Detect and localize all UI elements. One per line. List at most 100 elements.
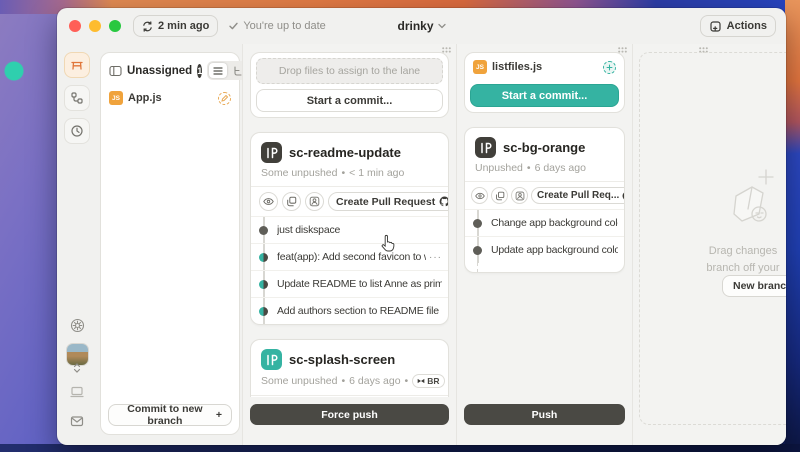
branch-name: sc-readme-update — [289, 145, 401, 160]
file-row-listfiles[interactable]: JS listfiles.js — [470, 58, 619, 79]
list-view-button[interactable] — [209, 63, 227, 78]
wallpaper-right-band — [785, 0, 800, 452]
js-file-icon: JS — [473, 60, 487, 74]
assigned-file-icon — [603, 61, 616, 74]
mail-icon — [70, 415, 84, 427]
commit-to-new-branch-button[interactable]: Commit to new branch + — [108, 404, 232, 426]
reviewer-button[interactable] — [305, 192, 324, 211]
lane-footer: Force push — [250, 397, 449, 425]
lane-right: JS listfiles.js Start a commit... — [456, 44, 632, 445]
modified-file-icon — [218, 92, 231, 105]
commit-message: Add authors section to README file — [277, 305, 442, 317]
commit-row[interactable]: Update README to list Anne as primary au… — [251, 270, 448, 297]
rail-bottom-group — [65, 313, 89, 433]
branch-card-header[interactable]: sc-bg-orange Unpushed • 6 days ago — [465, 128, 624, 181]
drag-handle-dots[interactable] — [618, 47, 627, 53]
branch-lane-icon — [261, 349, 282, 370]
review-eye-button[interactable] — [471, 187, 488, 204]
minimize-window-button[interactable] — [89, 20, 101, 32]
branch-card-header[interactable]: sc-readme-update Some unpushed • < 1 min… — [251, 133, 448, 186]
start-commit-button[interactable]: Start a commit... — [470, 84, 619, 107]
mail-button[interactable] — [65, 409, 89, 433]
workspace-bench-icon — [70, 58, 84, 72]
reviewer-button[interactable] — [511, 187, 528, 204]
review-eye-button[interactable] — [259, 192, 278, 211]
plus-icon: + — [216, 409, 222, 421]
new-branch-drop-zone[interactable] — [639, 52, 786, 425]
branch-toolbar: Create Pull Request ··· — [251, 186, 448, 216]
map-illustration — [729, 168, 779, 234]
branch-time: 6 days ago — [349, 375, 400, 387]
lane-middle-scroll: Drop files to assign to the lane Start a… — [250, 52, 449, 397]
workspace-tab[interactable] — [64, 52, 90, 78]
branch-lane-icon — [261, 142, 282, 163]
actions-label: Actions — [727, 20, 767, 32]
branch-status: Unpushed — [475, 162, 523, 174]
commit-dot — [259, 253, 268, 262]
commit-row[interactable]: Add authors section to README file — [251, 297, 448, 324]
commit-row[interactable]: feat(app): Add second favicon to web ...… — [251, 243, 448, 270]
drop-zone[interactable]: Drop files to assign to the lane — [256, 58, 443, 84]
badge-label: BR — [427, 376, 439, 386]
unassigned-footer: Commit to new branch + — [101, 396, 239, 434]
sync-button[interactable]: 2 min ago — [133, 15, 218, 37]
start-commit-button[interactable]: Start a commit... — [256, 89, 443, 112]
commit-dot — [259, 307, 268, 316]
commit-message: Update app background color t... — [491, 244, 618, 256]
file-row-appjs[interactable]: JS App.js — [101, 87, 239, 109]
commit-row[interactable]: just diskspace — [251, 216, 448, 243]
sync-time-label: 2 min ago — [158, 20, 209, 32]
commit-dot — [259, 226, 268, 235]
history-tab[interactable] — [64, 118, 90, 144]
close-window-button[interactable] — [69, 20, 81, 32]
branches-tab[interactable] — [64, 85, 90, 111]
unassigned-header: Unassigned 1 — [101, 53, 239, 87]
gitbutler-logo-icon — [417, 378, 425, 384]
commit-row[interactable]: Update app background color t... — [465, 236, 624, 263]
zoom-window-button[interactable] — [109, 20, 121, 32]
history-clock-icon — [70, 124, 84, 138]
profile-switcher[interactable] — [66, 343, 89, 373]
commit-message: just diskspace — [277, 224, 442, 236]
lane-empty: Drag changes branch off your New branch — [632, 44, 786, 445]
branch-badge-br[interactable]: BR — [412, 374, 444, 388]
left-rail — [57, 44, 97, 445]
create-pull-request-button[interactable]: Create Pull Req... — [531, 187, 625, 204]
commit-dot — [473, 219, 482, 228]
empty-lane-hint: Drag changes branch off your — [663, 243, 786, 277]
commit-to-new-branch-label: Commit to new branch — [118, 403, 212, 427]
commit-message: Change app background color t... — [491, 217, 618, 229]
branch-card-header[interactable]: sc-splash-screen Some unpushed • 6 days … — [251, 340, 448, 395]
assigned-files-card: JS listfiles.js Start a commit... — [464, 52, 625, 113]
unassigned-title: Unassigned — [127, 65, 192, 77]
push-button[interactable]: Push — [464, 404, 625, 425]
force-push-button[interactable]: Force push — [250, 404, 449, 425]
settings-gear-icon — [70, 318, 85, 333]
eye-icon — [263, 197, 274, 206]
meta-separator: • — [405, 375, 409, 387]
drag-handle-dots[interactable] — [442, 47, 451, 53]
computer-icon — [70, 385, 84, 398]
check-icon — [229, 22, 238, 30]
drop-zone-hint: Drop files to assign to the lane — [279, 65, 420, 77]
computer-button[interactable] — [65, 379, 89, 403]
copy-button[interactable] — [491, 187, 508, 204]
lane-footer: Push — [464, 397, 625, 425]
branch-time: < 1 min ago — [349, 167, 404, 179]
lane-middle: Drop files to assign to the lane Start a… — [242, 44, 456, 445]
copy-button[interactable] — [282, 192, 301, 211]
assign-area-card: Drop files to assign to the lane Start a… — [250, 52, 449, 118]
commit-menu-button[interactable]: ··· — [429, 252, 442, 263]
commit-message: feat(app): Add second favicon to web ... — [277, 251, 426, 263]
file-name: listfiles.js — [492, 61, 542, 73]
actions-button[interactable]: Actions — [700, 15, 776, 37]
copy-icon — [495, 191, 505, 201]
js-file-icon: JS — [109, 91, 123, 105]
chevron-up-down-icon — [66, 363, 89, 373]
commit-row[interactable]: Change app background color t... — [465, 209, 624, 236]
settings-button[interactable] — [65, 313, 89, 337]
create-pull-request-button[interactable]: Create Pull Request — [328, 192, 449, 211]
project-switcher[interactable]: drinky — [397, 8, 445, 44]
copy-icon — [286, 196, 297, 207]
new-branch-button[interactable]: New branch — [722, 275, 786, 297]
